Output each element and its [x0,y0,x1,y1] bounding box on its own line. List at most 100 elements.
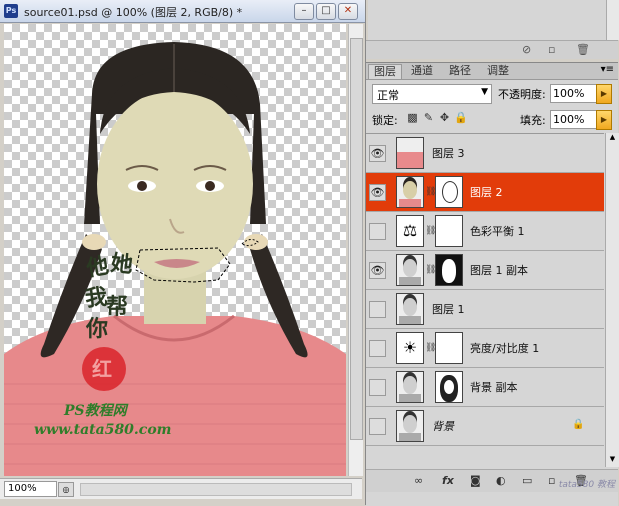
svg-text:他: 他 [84,252,111,282]
layer-thumbnail [396,371,424,403]
layer-row[interactable]: 👁 图层 3 [366,134,604,173]
layer-name: 图层 2 [470,186,503,199]
close-button[interactable]: ✕ [338,3,358,20]
layer-name: 背景 副本 [470,381,518,394]
layer-thumbnail [396,137,424,169]
layer-mask-thumbnail[interactable] [435,176,463,208]
layer-name: 亮度/对比度 1 [470,342,540,355]
portrait-image: 他 她 我 帮 你 红 [4,42,346,476]
layer-name: 色彩平衡 1 [470,225,525,238]
panel-menu-icon[interactable]: ▾≡ [601,64,614,75]
layer-mask-thumbnail[interactable] [435,371,463,403]
tab-channels[interactable]: 通道 [406,64,438,78]
new-layer-icon[interactable]: ▫ [548,474,555,487]
layer-thumbnail [396,410,424,442]
visibility-toggle[interactable] [369,340,386,357]
blend-mode-value: 正常 [377,89,399,102]
tab-adjustments[interactable]: 调整 [482,64,514,78]
layer-thumbnail: ☀ [396,332,424,364]
fill-input[interactable]: 100% [550,110,598,129]
layer-thumbnail: ⚖ [396,215,424,247]
status-menu-button[interactable]: ◎ [58,482,74,497]
scroll-up-icon[interactable]: ▲ [606,133,619,145]
svg-text:帮: 帮 [106,294,128,320]
layer-lock-icon: 🔒 [572,419,585,430]
upper-panel-footer: ⊘ ▫ 🗑 [366,40,618,59]
document-window: Ps source01.psd @ 100% (图层 2, RGB/8) * –… [0,0,365,505]
cancel-icon[interactable]: ⊘ [522,43,531,56]
upper-panel-scrollbar[interactable] [606,0,619,40]
layer-thumbnail [396,176,424,208]
layer-name: 背景 [432,420,454,433]
svg-text:我: 我 [84,284,109,312]
trash-icon[interactable]: 🗑 [576,43,590,56]
lock-all-icon[interactable]: 🔒 [454,111,468,124]
watermark-site-url: www.tata580.com [34,422,172,438]
visibility-toggle[interactable] [369,301,386,318]
layer-mask-thumbnail[interactable] [435,215,463,247]
minimize-button[interactable]: – [294,3,314,20]
watermark-site-name: PS教程网 [64,403,127,419]
layer-row[interactable]: ☀ ⛓ 亮度/对比度 1 [366,329,604,368]
panels-dock: ⊘ ▫ 🗑 图层 通道 路径 调整 ▾≡ 正常 ▼ 不透明度: 100% ▶ 锁… [365,0,619,506]
photoshop-logo-icon: Ps [4,4,18,18]
opacity-input[interactable]: 100% [550,84,598,103]
opacity-slider-button[interactable]: ▶ [596,84,612,104]
document-title-bar[interactable]: Ps source01.psd @ 100% (图层 2, RGB/8) * –… [0,0,365,23]
layer-name: 图层 3 [432,147,465,160]
layer-mask-thumbnail[interactable] [435,254,463,286]
maximize-button[interactable]: □ [316,3,336,20]
lock-position-move-icon[interactable]: ✥ [438,111,451,124]
lock-label: 锁定: [372,114,398,127]
chevron-down-icon: ▼ [481,87,488,97]
horizontal-scrollbar[interactable] [80,483,352,496]
fill-slider-button[interactable]: ▶ [596,110,612,130]
visibility-toggle[interactable] [369,223,386,240]
scroll-thumb[interactable] [350,38,363,440]
eye-visibility-icon[interactable]: 👁 [369,184,386,201]
blend-mode-select[interactable]: 正常 ▼ [372,84,492,104]
visibility-toggle[interactable] [369,379,386,396]
layer-list: 👁 图层 3 👁 ⛓ 图层 2 ⚖ ⛓ 色彩平衡 1 👁 ⛓ 图层 1 副本图层 1 ☀ ⛓ 亮度/对比度… [366,133,604,468]
layer-thumbnail [396,293,424,325]
layer-list-scrollbar[interactable]: ▲ ▼ [605,133,619,467]
layer-row[interactable]: 👁 ⛓ 图层 2 [366,173,604,212]
layers-panel: 图层 通道 路径 调整 ▾≡ 正常 ▼ 不透明度: 100% ▶ 锁定: ▩ ✎… [366,62,619,506]
svg-text:红: 红 [92,357,112,381]
image-canvas[interactable]: 他 她 我 帮 你 红 PS教程网 www.tata580.com [4,24,346,476]
upper-panel [368,0,606,40]
corner-watermark: tata580 教程 [558,480,615,490]
layer-name: 图层 1 [432,303,465,316]
svg-text:她: 她 [109,250,134,278]
new-group-folder-icon[interactable]: ▭ [522,474,532,487]
lock-image-brush-icon[interactable]: ✎ [422,111,435,124]
new-item-icon[interactable]: ▫ [548,43,555,56]
zoom-input[interactable]: 100% [4,481,57,497]
link-layers-icon[interactable]: ∞ [414,474,423,487]
add-mask-icon[interactable]: ◙ [470,474,481,487]
vertical-scrollbar[interactable] [348,24,363,476]
layer-row[interactable]: 图层 1 [366,290,604,329]
scroll-down-icon[interactable]: ▼ [606,455,619,467]
fill-label: 填充: [520,114,546,127]
layer-row[interactable]: ⚖ ⛓ 色彩平衡 1 [366,212,604,251]
layer-row[interactable]: 背景 🔒 [366,407,604,446]
layers-panel-footer: ∞ fx ◙ ◐ ▭ ▫ 🗑 tata580 教程 [366,469,618,492]
layer-mask-thumbnail[interactable] [435,332,463,364]
eye-visibility-icon[interactable]: 👁 [369,145,386,162]
document-title: source01.psd @ 100% (图层 2, RGB/8) * [24,6,243,19]
lock-transparency-icon[interactable]: ▩ [406,111,419,124]
status-bar: 100% ◎ [0,478,362,499]
layer-row[interactable]: 背景 副本 [366,368,604,407]
adjustment-layer-icon[interactable]: ◐ [496,474,506,487]
tab-paths[interactable]: 路径 [444,64,476,78]
eye-visibility-icon[interactable]: 👁 [369,262,386,279]
layer-style-fx-icon[interactable]: fx [442,474,454,487]
svg-text:你: 你 [85,316,108,342]
visibility-toggle[interactable] [369,418,386,435]
tab-layers[interactable]: 图层 [368,64,402,79]
panel-tab-bar: 图层 通道 路径 调整 ▾≡ [366,63,618,80]
opacity-label: 不透明度: [498,88,546,101]
layer-row[interactable]: 👁 ⛓ 图层 1 副本 [366,251,604,290]
layer-name: 图层 1 副本 [470,264,528,277]
